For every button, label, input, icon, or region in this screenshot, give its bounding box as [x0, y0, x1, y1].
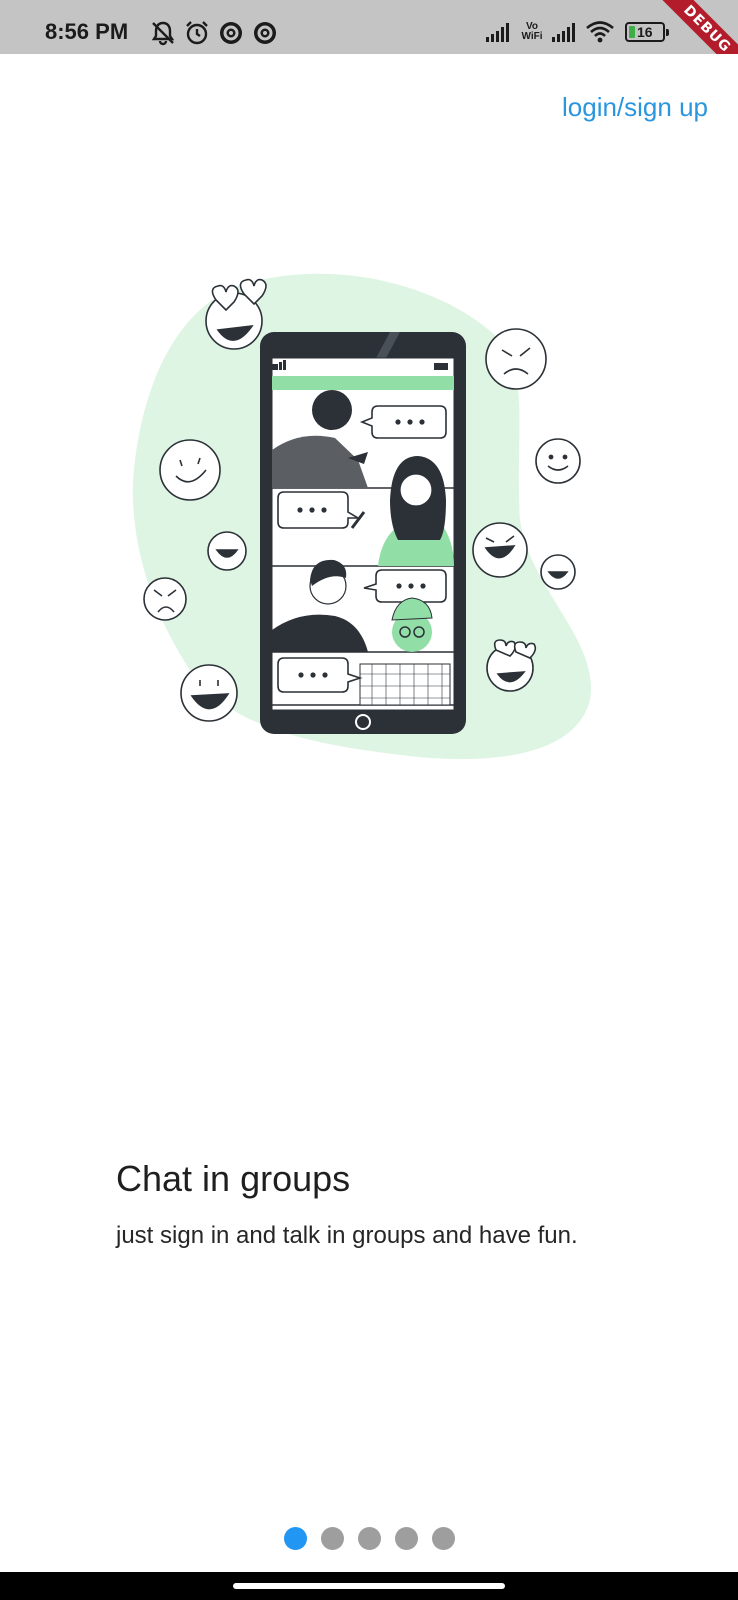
- vowifi-icon: Vo WiFi: [521, 21, 543, 42]
- status-bar: 8:56 PM Vo WiFi 16 DEBUG: [0, 0, 738, 54]
- mute-icon: [151, 21, 175, 46]
- onboarding-title: Chat in groups: [116, 1158, 351, 1199]
- signal-icon: [552, 23, 575, 42]
- status-icons-left: [150, 20, 278, 46]
- battery-icon: 16: [625, 22, 669, 42]
- signal-icon: [486, 23, 509, 42]
- page-dot-3[interactable]: [357, 1527, 381, 1550]
- battery-cap: [666, 29, 669, 36]
- smile-emoji-icon: [535, 438, 581, 484]
- phone-icon: [260, 332, 466, 734]
- login-signup-link[interactable]: login/sign up: [562, 92, 708, 123]
- page-dot-5[interactable]: [431, 1527, 455, 1550]
- page-dot-1[interactable]: [283, 1527, 307, 1550]
- page-dot-2[interactable]: [320, 1527, 344, 1550]
- at-icon: [220, 22, 242, 44]
- at-icon: [254, 22, 276, 44]
- laughing-emoji-icon: [207, 531, 247, 571]
- frowning-emoji-icon: [143, 577, 187, 621]
- onboarding-subtitle: just sign in and talk in groups and have…: [116, 1222, 578, 1249]
- laughing-emoji-icon: [180, 664, 238, 722]
- battery-level: 16: [637, 24, 653, 40]
- battery-fill: [629, 26, 635, 38]
- page-indicator: [0, 1527, 738, 1550]
- alarm-icon: [186, 21, 208, 45]
- page-dot-4[interactable]: [394, 1527, 418, 1550]
- status-icons-right: Vo WiFi 16: [485, 18, 669, 46]
- laughing-emoji-icon: [540, 554, 576, 590]
- navigation-bar: [0, 1572, 738, 1600]
- wifi-icon: [586, 21, 614, 43]
- status-time: 8:56 PM: [45, 19, 129, 44]
- chat-groups-illustration: [132, 273, 591, 760]
- home-handle[interactable]: [233, 1583, 505, 1589]
- smile-emoji-icon: [159, 439, 221, 501]
- laughing-emoji-icon: [472, 522, 528, 578]
- angry-emoji-icon: [485, 328, 547, 390]
